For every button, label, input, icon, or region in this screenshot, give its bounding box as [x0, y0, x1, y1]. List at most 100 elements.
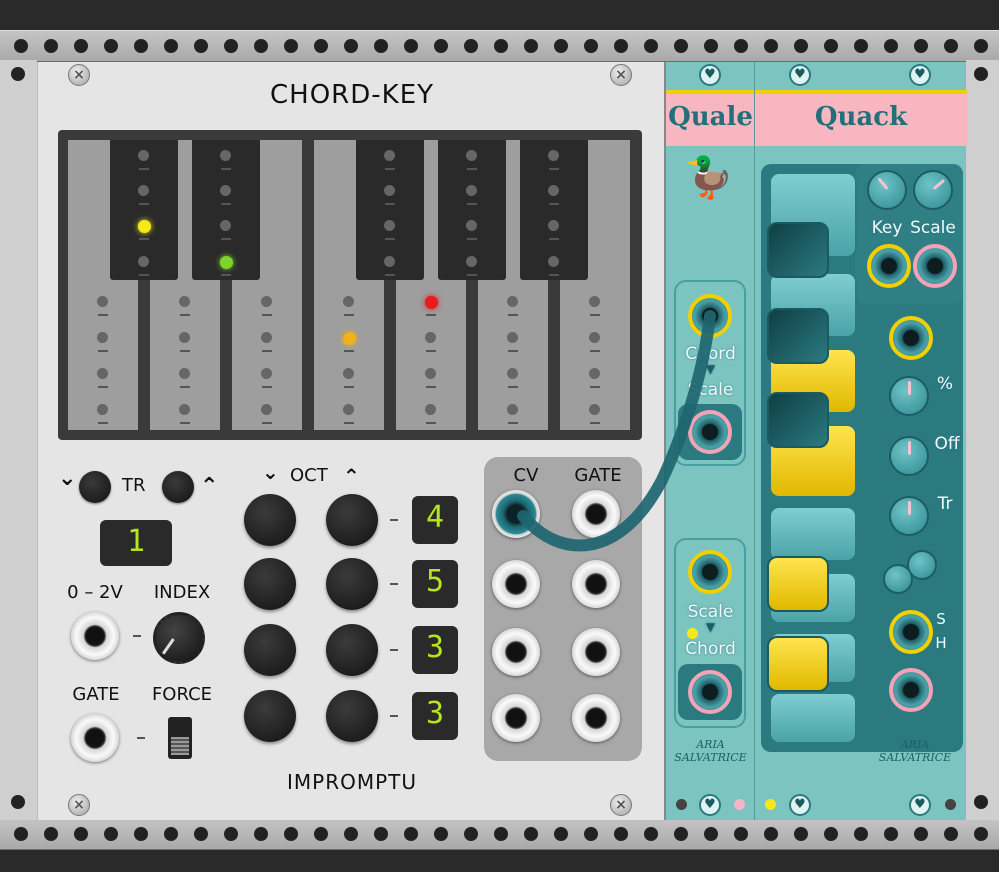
quack-black-key[interactable]: [767, 308, 829, 364]
key-led-divider: [180, 386, 190, 388]
key-input-jack[interactable]: [867, 244, 911, 288]
key-led: [466, 256, 477, 267]
gate-jack[interactable]: [71, 714, 119, 762]
reset-button[interactable]: [883, 564, 913, 594]
cv-output-jack[interactable]: [492, 628, 540, 676]
key-knob[interactable]: [867, 170, 907, 210]
key-led: [138, 256, 149, 267]
key-led-divider: [98, 314, 108, 316]
key-led-divider: [385, 203, 395, 205]
oct-up-button[interactable]: [326, 690, 378, 742]
oct-up-button[interactable]: [326, 624, 378, 676]
gate-output-jack[interactable]: [572, 694, 620, 742]
quack-white-key[interactable]: [769, 692, 857, 744]
key-led: [138, 150, 149, 161]
divider-dash: [390, 649, 398, 651]
rail-hole: [404, 827, 418, 841]
rail-hole: [704, 827, 718, 841]
key-led-divider: [467, 168, 477, 170]
divider-dash: [390, 519, 398, 521]
force-label: FORCE: [151, 684, 213, 705]
quack-black-key[interactable]: [767, 636, 829, 692]
rail-hole: [974, 39, 988, 53]
oct-up-button[interactable]: [326, 494, 378, 546]
gate-output-jack[interactable]: [572, 560, 620, 608]
heart-screw-icon: ♥: [789, 64, 811, 86]
key-led-divider: [139, 168, 149, 170]
gate-output-jack[interactable]: [572, 628, 620, 676]
key-led: [589, 296, 600, 307]
offset-knob[interactable]: [889, 436, 929, 476]
scale-output-jack[interactable]: [688, 410, 732, 454]
key-led: [466, 220, 477, 231]
rail-hole: [794, 39, 808, 53]
key-led-active: [138, 220, 151, 233]
cv-output-jack[interactable]: [492, 490, 540, 538]
sample-hold-input-jack[interactable]: [889, 610, 933, 654]
rail-hole: [464, 39, 478, 53]
key-led-divider: [221, 168, 231, 170]
force-switch[interactable]: [168, 717, 192, 759]
rail-hole: [164, 827, 178, 841]
status-led: [734, 799, 745, 810]
key-led-divider: [180, 314, 190, 316]
cv-output-jack[interactable]: [492, 560, 540, 608]
oct-up-button[interactable]: [326, 558, 378, 610]
range-jack[interactable]: [71, 612, 119, 660]
rail-hole: [974, 827, 988, 841]
index-knob[interactable]: [153, 612, 205, 664]
knob-pointer: [908, 501, 911, 515]
rail-hole: [404, 39, 418, 53]
transpose-knob[interactable]: [889, 496, 929, 536]
tr-display: 1: [100, 520, 172, 566]
rail-hole: [944, 39, 958, 53]
cv-output-jack[interactable]: [889, 668, 933, 712]
quack-black-key[interactable]: [767, 556, 829, 612]
chord-output-jack[interactable]: [688, 670, 732, 714]
quale-module: ♥ ♥ Quale 🦆 Chord ▼ Scale Scale ▼ Chord …: [665, 62, 755, 820]
signature: ARIA SALVATRICE: [878, 738, 952, 764]
rail-hole: [74, 827, 88, 841]
scale-input-jack[interactable]: [688, 550, 732, 594]
rail-hole: [134, 39, 148, 53]
rail-hole: [764, 827, 778, 841]
tr-up-button[interactable]: [162, 471, 194, 503]
scale-input-jack[interactable]: [913, 244, 957, 288]
tr-down-button[interactable]: [79, 471, 111, 503]
oct-down-button[interactable]: [244, 494, 296, 546]
key-led: [97, 404, 108, 415]
cv-input-jack[interactable]: [889, 316, 933, 360]
scale-knob[interactable]: [913, 170, 953, 210]
rail-hole: [854, 39, 868, 53]
key-led-divider: [590, 422, 600, 424]
rail-hole: [464, 827, 478, 841]
rail-hole: [674, 39, 688, 53]
key-led-divider: [221, 274, 231, 276]
oct-down-button[interactable]: [244, 690, 296, 742]
key-led: [97, 296, 108, 307]
percent-knob[interactable]: [889, 376, 929, 416]
key-led-divider: [467, 238, 477, 240]
oct-down-button[interactable]: [244, 558, 296, 610]
oct-label: OCT: [290, 465, 328, 486]
quack-black-key[interactable]: [767, 222, 829, 278]
key-led: [261, 368, 272, 379]
rail-hole: [554, 39, 568, 53]
key-led: [179, 332, 190, 343]
chord-input-jack[interactable]: [688, 294, 732, 338]
rail-side-left: [0, 60, 37, 820]
rail-hole: [164, 39, 178, 53]
oct-down-button[interactable]: [244, 624, 296, 676]
key-led-divider: [426, 314, 436, 316]
quack-black-key[interactable]: [767, 392, 829, 448]
rail-hole: [614, 39, 628, 53]
divider-dash: [390, 583, 398, 585]
gate-output-jack[interactable]: [572, 490, 620, 538]
key-led: [384, 150, 395, 161]
key-led: [507, 332, 518, 343]
cv-output-jack[interactable]: [492, 694, 540, 742]
rail-hole: [224, 39, 238, 53]
rail-holes: [0, 827, 999, 841]
key-led: [138, 185, 149, 196]
quack-white-key[interactable]: [769, 506, 857, 562]
